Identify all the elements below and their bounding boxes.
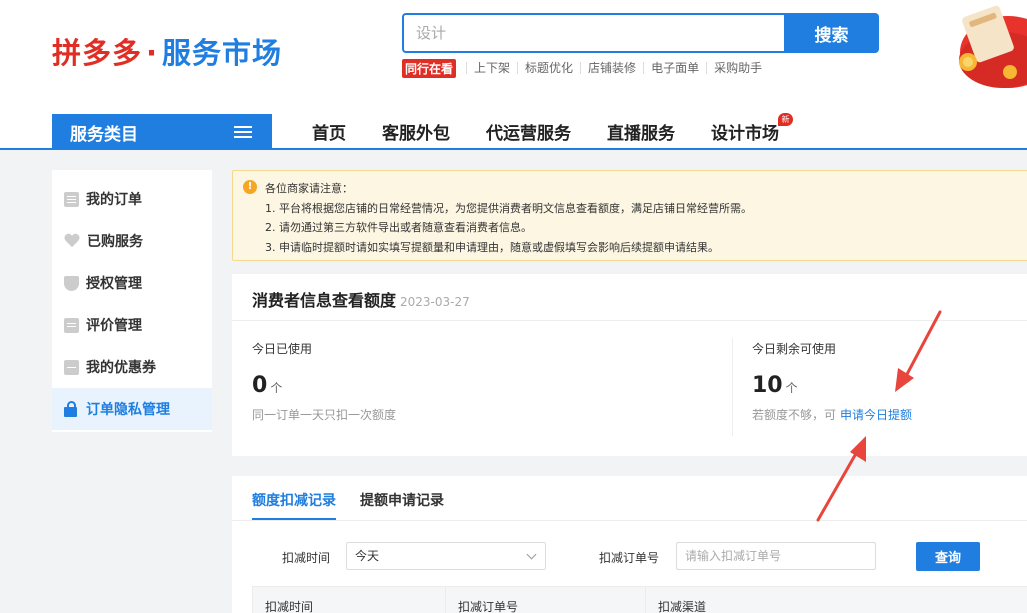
filter-time-select[interactable]: 今天 xyxy=(346,542,546,570)
sidebar-item-purchased[interactable]: 已购服务 xyxy=(52,220,212,262)
site-logo[interactable]: 拼多多 · 服务市场 xyxy=(52,30,282,72)
message-icon xyxy=(64,317,79,333)
divider xyxy=(232,320,1027,321)
hot-tag-badge: 同行在看 xyxy=(402,58,457,78)
quota-remain-unit: 个 xyxy=(785,381,798,395)
sidebar-item-authorization[interactable]: 授权管理 xyxy=(52,262,212,304)
quota-remain-label: 今日剩余可使用 xyxy=(752,342,837,356)
hot-link[interactable]: 店铺装修 xyxy=(580,62,643,74)
quota-title: 消费者信息查看额度 2023-03-27 xyxy=(252,287,470,311)
quota-title-text: 消费者信息查看额度 xyxy=(252,291,397,310)
records-table-header: 扣减时间 扣减订单号 扣减渠道 xyxy=(252,586,1027,613)
search-box: 搜索 xyxy=(402,13,879,53)
quota-remain-hint-text: 若额度不够，可 xyxy=(752,408,837,422)
main-nav: 首页 客服外包 代运营服务 直播服务 设计市场新 xyxy=(290,112,815,148)
search-button[interactable]: 搜索 xyxy=(784,13,879,53)
quota-remain-section: 今日剩余可使用 10 个 若额度不够，可 申请今日提额 xyxy=(752,340,912,423)
hot-link[interactable]: 采购助手 xyxy=(706,62,769,74)
filter-time-value: 今天 xyxy=(355,549,380,563)
coupon-icon xyxy=(64,359,79,375)
logo-brand: 拼多多 xyxy=(52,36,143,70)
shield-icon xyxy=(64,275,79,291)
hamburger-icon xyxy=(234,126,252,138)
nav-live-service[interactable]: 直播服务 xyxy=(607,119,675,144)
notice-line: 1. 平台将根据您店铺的日常经营情况，为您提供消费者明文信息查看额度，满足店铺日… xyxy=(265,201,752,215)
lock-icon xyxy=(64,401,79,417)
sidebar: 我的订单 已购服务 授权管理 评价管理 我的优惠券 订单隐私管理 xyxy=(52,170,212,432)
hot-link[interactable]: 标题优化 xyxy=(517,62,580,74)
sidebar-item-coupons[interactable]: 我的优惠券 xyxy=(52,346,212,388)
notice-title: 各位商家请注意： xyxy=(265,182,353,195)
chevron-down-icon xyxy=(526,549,537,560)
quota-used-label: 今日已使用 xyxy=(252,342,313,356)
notice-line: 2. 请勿通过第三方软件导出或者随意查看消费者信息。 xyxy=(265,221,532,234)
divider xyxy=(732,338,733,436)
category-label: 服务类目 xyxy=(70,124,138,145)
column-header: 扣减渠道 xyxy=(658,600,707,613)
nav-design-market[interactable]: 设计市场新 xyxy=(711,112,793,144)
sidebar-item-order-privacy[interactable]: 订单隐私管理 xyxy=(52,388,212,430)
red-envelope-promo-icon[interactable] xyxy=(948,0,1027,95)
sidebar-item-label: 授权管理 xyxy=(86,276,142,292)
quota-date: 2023-03-27 xyxy=(400,295,470,309)
category-menu-button[interactable]: 服务类目 xyxy=(52,114,272,150)
tab-deduction-records[interactable]: 额度扣减记录 xyxy=(252,490,336,510)
quota-remain-number: 10 xyxy=(752,373,783,398)
quota-used-value: 0个 xyxy=(252,373,396,398)
hot-link[interactable]: 电子面单 xyxy=(643,62,706,74)
quota-used-number: 0 xyxy=(252,373,268,398)
column-header: 扣减订单号 xyxy=(446,587,646,613)
hot-link[interactable]: 上下架 xyxy=(466,62,517,74)
tab-increase-records[interactable]: 提额申请记录 xyxy=(360,490,444,510)
notice-banner: ! 各位商家请注意： 1. 平台将根据您店铺的日常经营情况，为您提供消费者明文信… xyxy=(232,170,1027,261)
query-button[interactable]: 查询 xyxy=(916,542,980,571)
site-header: 拼多多·服务市场 搜索 同行在看 上下架 标题优化 店铺装修 电子面单 采购助手… xyxy=(0,0,1027,150)
quota-remain-value: 10 个 xyxy=(752,373,912,398)
nav-home[interactable]: 首页 xyxy=(312,119,346,144)
nav-customer-service[interactable]: 客服外包 xyxy=(382,119,450,144)
quota-remain-hint: 若额度不够，可 申请今日提额 xyxy=(752,406,912,423)
order-number-input[interactable] xyxy=(676,542,876,570)
records-tabs: 额度扣减记录 提额申请记录 xyxy=(232,476,1027,521)
sidebar-item-orders[interactable]: 我的订单 xyxy=(52,178,212,220)
filter-time-label: 扣减时间 xyxy=(282,551,331,565)
nav-design-market-label: 设计市场 xyxy=(711,123,779,144)
filter-order-label: 扣减订单号 xyxy=(599,551,660,565)
logo-subtitle: 服务市场 xyxy=(162,36,283,70)
sidebar-item-label: 我的订单 xyxy=(86,192,142,208)
column-header: 扣减时间 xyxy=(253,587,446,613)
quota-card: 消费者信息查看额度 2023-03-27 今日已使用 0个 同一订单一天只扣一次额… xyxy=(232,274,1027,456)
sidebar-item-label: 已购服务 xyxy=(87,234,143,250)
notice-line: 3. 申请临时提额时请如实填写提额量和申请理由，随意或虚假填写会影响后续提额申请… xyxy=(265,240,719,254)
logo-separator: · xyxy=(146,36,159,70)
warning-icon: ! xyxy=(243,180,257,194)
search-input[interactable] xyxy=(402,13,785,53)
quota-used-section: 今日已使用 0个 同一订单一天只扣一次额度 xyxy=(252,340,396,423)
sidebar-item-label: 订单隐私管理 xyxy=(86,402,170,418)
document-icon xyxy=(64,191,79,207)
quota-used-unit: 个 xyxy=(270,381,283,395)
sidebar-item-reviews[interactable]: 评价管理 xyxy=(52,304,212,346)
apply-increase-link[interactable]: 申请今日提额 xyxy=(840,408,912,422)
sidebar-item-label: 我的优惠券 xyxy=(86,360,156,376)
hot-search-links: 同行在看 上下架 标题优化 店铺装修 电子面单 采购助手 xyxy=(402,58,769,78)
heart-icon xyxy=(64,234,80,248)
sidebar-item-label: 评价管理 xyxy=(86,318,142,334)
quota-used-hint: 同一订单一天只扣一次额度 xyxy=(252,408,397,422)
nav-operation-service[interactable]: 代运营服务 xyxy=(486,119,571,144)
new-badge: 新 xyxy=(778,112,793,126)
active-tab-indicator xyxy=(252,518,336,520)
records-card: 额度扣减记录 提额申请记录 扣减时间 今天 扣减订单号 查询 扣减时间 扣减订单… xyxy=(232,476,1027,613)
